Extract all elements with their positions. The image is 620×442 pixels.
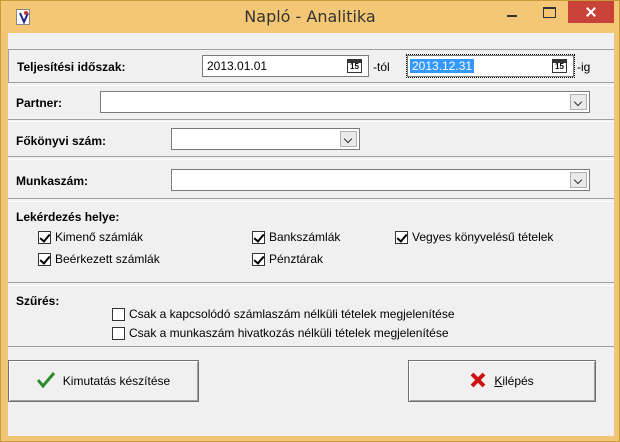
query-location-label: Lekérdezés helye:: [16, 210, 120, 224]
ledger-label: Főkönyvi szám:: [16, 134, 107, 148]
date-to-field[interactable]: 2013.12.31 15: [406, 54, 575, 78]
checkbox-outgoing-invoices[interactable]: Kimenő számlák: [38, 230, 143, 244]
exit-label: Kilépés: [494, 374, 534, 388]
close-button[interactable]: [568, 1, 614, 23]
checkbox-checked[interactable]: [252, 252, 265, 266]
checkbox-label: Vegyes könyvelésű tételek: [412, 230, 554, 244]
date-from-suffix: -tól: [373, 60, 390, 74]
checkbox-label: Bankszámlák: [269, 230, 341, 244]
chevron-down-icon[interactable]: [340, 131, 357, 147]
checkmark-icon: [36, 371, 55, 391]
date-from-value: 2013.01.01: [207, 59, 268, 73]
dialog-body: Teljesítési időszak: 2013.01.01 15 -tól …: [8, 33, 614, 436]
job-label: Munkaszám:: [16, 174, 89, 188]
date-from-field[interactable]: 2013.01.01 15: [202, 55, 369, 77]
minimize-button[interactable]: [498, 1, 526, 23]
calendar-icon[interactable]: 15: [552, 59, 567, 73]
filter-section: Szűrés: Csak a kapcsolódó számlaszám nél…: [8, 285, 614, 347]
job-dropdown[interactable]: [171, 169, 590, 191]
partner-section: Partner:: [8, 85, 614, 120]
checkbox-cash-registers[interactable]: Pénztárak: [252, 252, 323, 266]
partner-dropdown[interactable]: [100, 91, 590, 113]
period-section: Teljesítési időszak: 2013.01.01 15 -tól …: [8, 49, 614, 83]
checkbox-unchecked[interactable]: [112, 307, 125, 321]
partner-label: Partner:: [16, 96, 63, 110]
ledger-dropdown[interactable]: [171, 128, 360, 150]
checkbox-no-linked-invoice[interactable]: Csak a kapcsolódó számlaszám nélküli tét…: [112, 307, 455, 321]
checkbox-unchecked[interactable]: [112, 326, 125, 340]
job-section: Munkaszám:: [8, 159, 614, 199]
checkbox-mixed-entries[interactable]: Vegyes könyvelésű tételek: [395, 230, 553, 244]
checkbox-no-job-reference[interactable]: Csak a munkaszám hivatkozás nélküli téte…: [112, 326, 449, 340]
filter-label: Szűrés:: [16, 294, 60, 308]
checkbox-label: Kimenő számlák: [55, 230, 144, 244]
checkbox-label: Pénztárak: [269, 252, 324, 266]
create-report-label: Kimutatás készítése: [62, 374, 171, 388]
chevron-down-icon[interactable]: [570, 172, 587, 188]
create-report-button[interactable]: Kimutatás készítése: [8, 360, 199, 402]
checkbox-label: Csak a kapcsolódó számlaszám nélküli tét…: [129, 307, 455, 321]
checkbox-checked[interactable]: [395, 230, 408, 244]
chevron-down-icon[interactable]: [570, 94, 587, 110]
date-to-value: 2013.12.31: [410, 59, 475, 73]
period-label: Teljesítési időszak:: [17, 60, 126, 74]
checkbox-checked[interactable]: [38, 252, 51, 266]
ledger-section: Főkönyvi szám:: [8, 121, 614, 157]
checkbox-incoming-invoices[interactable]: Beérkezett számlák: [38, 252, 160, 266]
query-location-section: Lekérdezés helye: Kimenő számlák Bankszá…: [8, 201, 614, 283]
maximize-button[interactable]: [535, 1, 563, 23]
checkbox-label: Csak a munkaszám hivatkozás nélküli téte…: [129, 326, 449, 340]
calendar-icon[interactable]: 15: [347, 59, 362, 73]
exit-button[interactable]: Kilépés: [408, 360, 596, 402]
x-icon: [470, 372, 486, 391]
window-title: Napló - Analitika: [244, 7, 376, 26]
title-bar: Napló - Analitika: [1, 1, 619, 33]
checkbox-bank-accounts[interactable]: Bankszámlák: [252, 230, 340, 244]
checkbox-checked[interactable]: [252, 230, 265, 244]
checkbox-label: Beérkezett számlák: [55, 252, 160, 266]
dialog-window: Napló - Analitika Teljesítési időszak: 2…: [0, 0, 620, 442]
date-to-suffix: -ig: [577, 60, 591, 74]
checkbox-checked[interactable]: [38, 230, 51, 244]
